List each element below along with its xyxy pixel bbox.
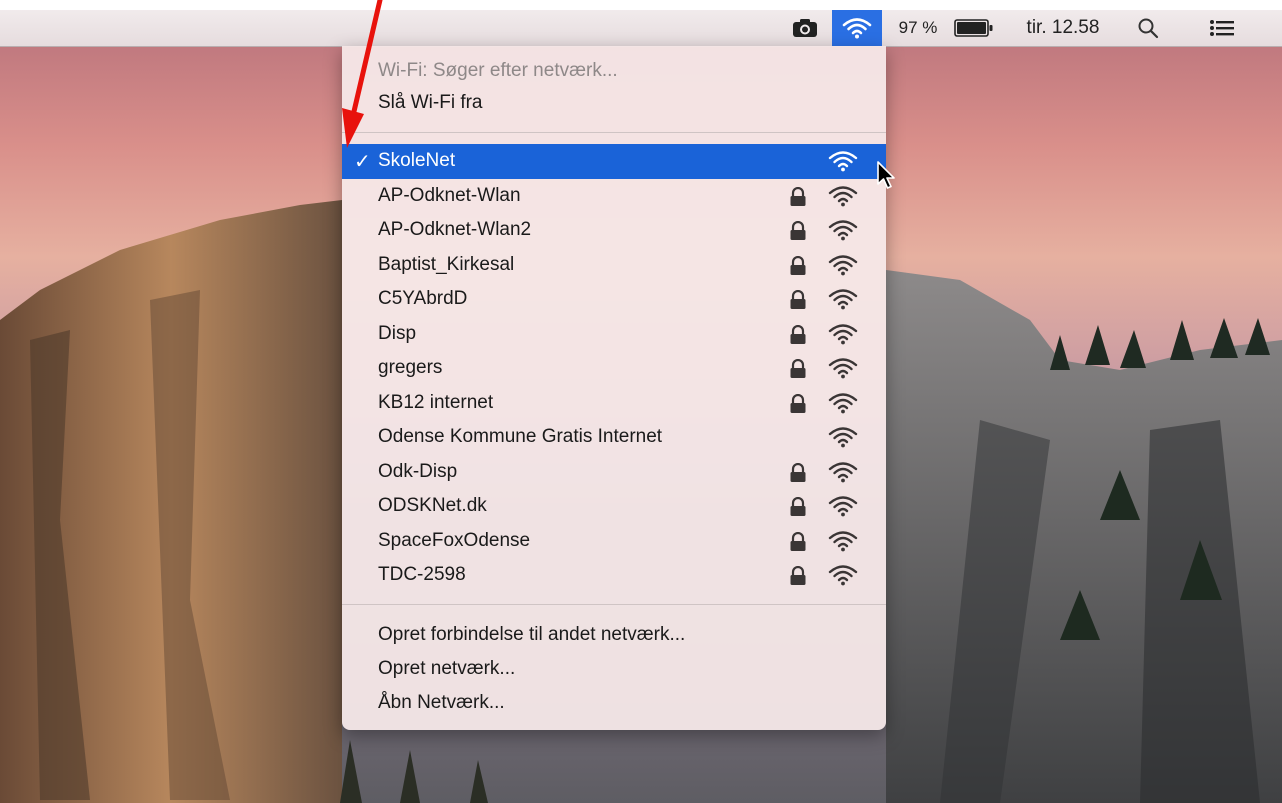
network-item[interactable]: AP-Odknet-Wlan bbox=[342, 179, 886, 214]
wifi-signal-icon bbox=[828, 427, 858, 448]
create-network-item[interactable]: Opret netværk... bbox=[378, 658, 515, 680]
network-item[interactable]: C5YAbrdD bbox=[342, 282, 886, 317]
wifi-signal-icon bbox=[828, 323, 858, 344]
lock-icon bbox=[790, 255, 806, 275]
battery-percent[interactable]: 97 % bbox=[892, 10, 944, 46]
lock-icon bbox=[790, 221, 806, 240]
wifi-signal-icon bbox=[828, 392, 858, 413]
network-name: Baptist_Kirkesal bbox=[378, 253, 515, 275]
network-item[interactable]: Baptist_Kirkesal bbox=[342, 248, 886, 283]
network-item[interactable]: KB12 internet bbox=[342, 386, 886, 421]
wifi-status: Wi-Fi: Søger efter netværk... bbox=[378, 60, 618, 81]
lock-icon bbox=[790, 324, 806, 344]
network-name: SkoleNet bbox=[378, 150, 456, 172]
wifi-signal-icon bbox=[828, 358, 858, 379]
network-name: AP-Odknet-Wlan bbox=[378, 184, 521, 206]
network-item[interactable]: AP-Odknet-Wlan2 bbox=[342, 213, 886, 248]
wifi-signal-icon bbox=[828, 496, 858, 517]
wifi-menu-icon[interactable] bbox=[832, 10, 882, 46]
network-item[interactable]: gregers bbox=[342, 351, 886, 386]
lock-icon bbox=[790, 393, 806, 413]
network-item[interactable]: Odk-Disp bbox=[342, 455, 886, 490]
lock-icon bbox=[790, 186, 806, 206]
notification-list-icon[interactable] bbox=[1200, 10, 1244, 46]
network-name: Odk-Disp bbox=[378, 460, 458, 482]
wifi-signal-icon bbox=[828, 220, 858, 241]
network-item[interactable]: Disp bbox=[342, 317, 886, 352]
network-list: ✓ SkoleNet AP-Odknet-Wlan AP-Odknet-Wlan2 Ba… bbox=[342, 144, 886, 593]
spotlight-search-icon[interactable] bbox=[1128, 10, 1168, 46]
wifi-signal-icon bbox=[828, 151, 858, 172]
network-name: gregers bbox=[378, 357, 443, 379]
clock[interactable]: tir. 12.58 bbox=[1018, 10, 1108, 46]
lock-icon bbox=[790, 566, 806, 585]
battery-icon[interactable] bbox=[948, 10, 1000, 46]
network-name: TDC-2598 bbox=[378, 564, 466, 586]
network-item[interactable]: SpaceFoxOdense bbox=[342, 524, 886, 559]
menu-bar: 97 % tir. 12.58 bbox=[0, 10, 1282, 47]
open-network-preferences-item[interactable]: Åbn Netværk... bbox=[378, 692, 505, 714]
network-item[interactable]: ODSKNet.dk bbox=[342, 489, 886, 524]
lock-icon bbox=[790, 462, 806, 482]
menu-separator bbox=[342, 604, 886, 605]
wifi-signal-icon bbox=[828, 461, 858, 482]
network-name: KB12 internet bbox=[378, 391, 494, 413]
wifi-signal-icon bbox=[828, 289, 858, 310]
network-name: ODSKNet.dk bbox=[378, 495, 487, 517]
network-item[interactable]: TDC-2598 bbox=[342, 558, 886, 593]
network-name: C5YAbrdD bbox=[378, 288, 468, 310]
network-name: Odense Kommune Gratis Internet bbox=[378, 426, 663, 448]
turn-wifi-off-item[interactable]: Slå Wi-Fi fra bbox=[378, 92, 483, 114]
checkmark-icon: ✓ bbox=[354, 150, 371, 173]
lock-icon bbox=[790, 359, 806, 378]
network-name: AP-Odknet-Wlan2 bbox=[378, 219, 532, 241]
network-item[interactable]: Odense Kommune Gratis Internet bbox=[342, 420, 886, 455]
wifi-dropdown-menu: Wi-Fi: Søger efter netværk... Slå Wi-Fi … bbox=[342, 46, 886, 730]
network-name: Disp bbox=[378, 322, 417, 344]
lock-icon bbox=[790, 290, 806, 309]
camera-icon[interactable] bbox=[786, 10, 824, 46]
lock-icon bbox=[790, 531, 806, 551]
lock-icon bbox=[790, 497, 806, 516]
wifi-signal-icon bbox=[828, 530, 858, 551]
network-name: SpaceFoxOdense bbox=[378, 529, 531, 551]
join-other-network-item[interactable]: Opret forbindelse til andet netværk... bbox=[378, 624, 685, 646]
wifi-signal-icon bbox=[828, 565, 858, 586]
wifi-signal-icon bbox=[828, 254, 858, 275]
menu-separator bbox=[342, 132, 886, 133]
wifi-signal-icon bbox=[828, 185, 858, 206]
top-margin bbox=[0, 0, 1282, 10]
network-item[interactable]: ✓ SkoleNet bbox=[342, 144, 886, 179]
